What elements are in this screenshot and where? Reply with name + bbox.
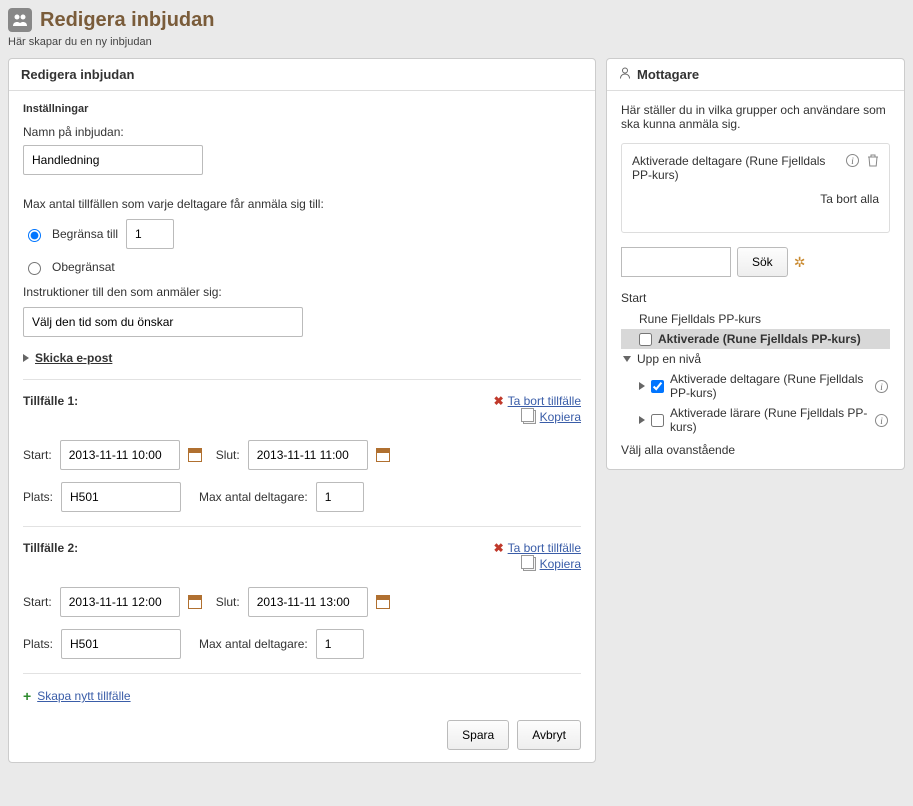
unlimited-radio[interactable] (28, 262, 41, 275)
tree-participants-item[interactable]: Aktiverade deltagare (Rune Fjelldals PP-… (621, 369, 890, 403)
tree-active-label: Aktiverade (Rune Fjelldals PP-kurs) (658, 332, 888, 346)
group-icon (8, 8, 32, 32)
recipient-search-input[interactable] (621, 247, 731, 277)
occasion-title: Tillfälle 2: (23, 541, 78, 555)
selected-recipient: Aktiverade deltagare (Rune Fjelldals PP-… (632, 154, 838, 182)
tree-teachers-checkbox[interactable] (651, 414, 664, 427)
tree-active-checkbox[interactable] (639, 333, 652, 346)
end-label: Slut: (216, 448, 240, 462)
calendar-icon[interactable] (188, 595, 202, 609)
occasion-block: Tillfälle 1: ✖ Ta bort tillfälle Kopiera (23, 394, 581, 512)
max-participants-input[interactable] (316, 629, 364, 659)
location-input[interactable] (61, 629, 181, 659)
delete-icon: ✖ (494, 541, 504, 555)
copy-icon (523, 410, 536, 424)
tree-up-label: Upp en nivå (637, 352, 701, 366)
occasion-block: Tillfälle 2: ✖ Ta bort tillfälle Kopiera (23, 541, 581, 659)
chevron-down-icon (623, 356, 631, 362)
save-button[interactable]: Spara (447, 720, 509, 750)
copy-occasion-link[interactable]: Kopiera (540, 410, 581, 424)
remove-occasion-link[interactable]: Ta bort tillfälle (508, 394, 581, 408)
email-disclosure-label: Skicka e-post (35, 351, 112, 365)
instructions-input[interactable] (23, 307, 303, 337)
max-participants-label: Max antal deltagare: (199, 490, 308, 504)
end-label: Slut: (216, 595, 240, 609)
max-participants-label: Max antal deltagare: (199, 637, 308, 651)
instructions-label: Instruktioner till den som anmäler sig: (23, 285, 581, 299)
chevron-right-icon (639, 416, 645, 424)
cancel-button[interactable]: Avbryt (517, 720, 581, 750)
calendar-icon[interactable] (188, 448, 202, 462)
name-label: Namn på inbjudan: (23, 125, 581, 139)
calendar-icon[interactable] (376, 448, 390, 462)
copy-occasion-link[interactable]: Kopiera (540, 557, 581, 571)
tree-teachers-label: Aktiverade lärare (Rune Fjelldals PP-kur… (670, 406, 869, 434)
copy-icon (523, 557, 536, 571)
person-icon (619, 67, 631, 82)
recipients-description: Här ställer du in vilka grupper och anvä… (621, 103, 890, 131)
tree-participants-label: Aktiverade deltagare (Rune Fjelldals PP-… (670, 372, 869, 400)
location-label: Plats: (23, 637, 53, 651)
start-label: Start: (23, 595, 52, 609)
plus-icon: + (23, 688, 31, 704)
gear-icon[interactable]: ✲ (794, 254, 806, 271)
search-button[interactable]: Sök (737, 247, 788, 277)
page-title: Redigera inbjudan (40, 9, 214, 32)
tree-course-item[interactable]: Rune Fjelldals PP-kurs (621, 309, 890, 329)
select-all-link[interactable]: Välj alla ovanstående (621, 443, 890, 457)
right-panel-title: Mottagare (637, 67, 699, 82)
trash-icon[interactable] (867, 154, 879, 170)
selected-recipients-box: Aktiverade deltagare (Rune Fjelldals PP-… (621, 143, 890, 233)
end-input[interactable] (248, 587, 368, 617)
location-label: Plats: (23, 490, 53, 504)
start-input[interactable] (60, 440, 180, 470)
chevron-right-icon (23, 354, 29, 362)
left-panel-title: Redigera inbjudan (9, 59, 595, 91)
start-input[interactable] (60, 587, 180, 617)
tree-teachers-item[interactable]: Aktiverade lärare (Rune Fjelldals PP-kur… (621, 403, 890, 437)
start-label: Start: (23, 448, 52, 462)
tree-up-link[interactable]: Upp en nivå (621, 349, 890, 369)
unlimited-radio-label: Obegränsat (52, 260, 115, 274)
settings-heading: Inställningar (23, 103, 581, 115)
occasion-title: Tillfälle 1: (23, 394, 78, 408)
remove-occasion-link[interactable]: Ta bort tillfälle (508, 541, 581, 555)
create-occasion-link[interactable]: Skapa nytt tillfälle (37, 689, 130, 703)
tree-root-label: Start (621, 291, 890, 305)
info-icon[interactable]: i (875, 414, 888, 427)
end-input[interactable] (248, 440, 368, 470)
info-icon[interactable]: i (846, 154, 859, 167)
chevron-right-icon (639, 382, 645, 390)
max-participants-input[interactable] (316, 482, 364, 512)
page-subtitle: Här skapar du en ny inbjudan (8, 36, 905, 48)
edit-invitation-panel: Redigera inbjudan Inställningar Namn på … (8, 58, 596, 763)
recipients-panel: Mottagare Här ställer du in vilka gruppe… (606, 58, 905, 470)
limit-radio-label: Begränsa till (52, 227, 118, 241)
limit-radio[interactable] (28, 229, 41, 242)
max-occasions-label: Max antal tillfällen som varje deltagare… (23, 197, 581, 211)
remove-all-link[interactable]: Ta bort alla (632, 192, 879, 206)
info-icon[interactable]: i (875, 380, 888, 393)
limit-value-input[interactable] (126, 219, 174, 249)
delete-icon: ✖ (494, 394, 504, 408)
invitation-name-input[interactable] (23, 145, 203, 175)
tree-active-item[interactable]: Aktiverade (Rune Fjelldals PP-kurs) (621, 329, 890, 349)
tree-participants-checkbox[interactable] (651, 380, 664, 393)
location-input[interactable] (61, 482, 181, 512)
calendar-icon[interactable] (376, 595, 390, 609)
email-disclosure[interactable]: Skicka e-post (23, 351, 581, 365)
